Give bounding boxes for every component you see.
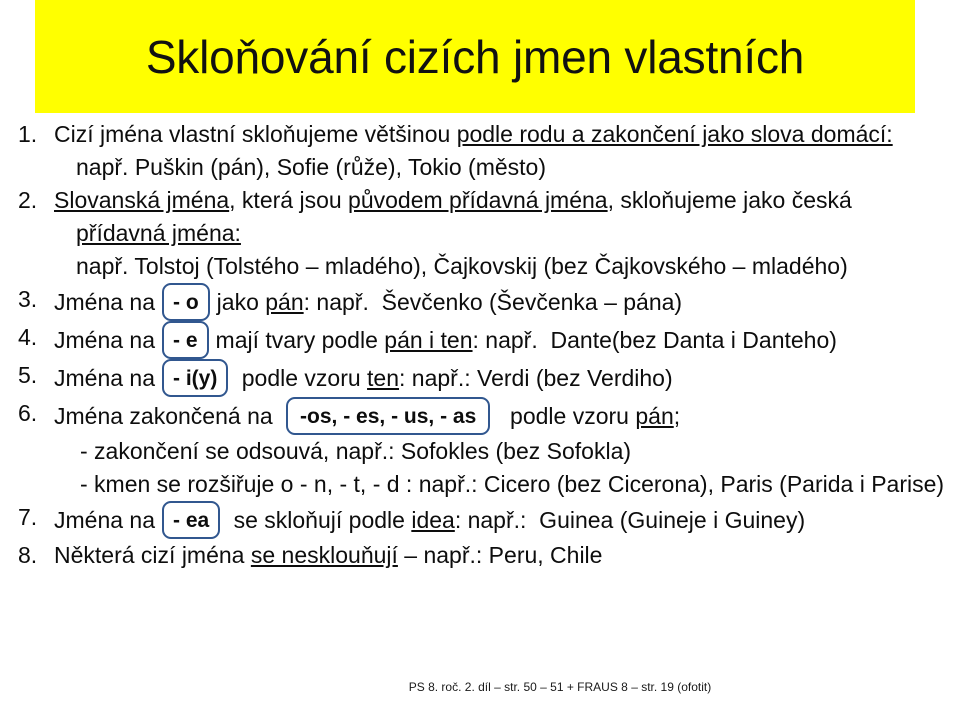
- plain-text: Některá cizí jména: [54, 542, 251, 568]
- emphasized-text: přídavná jména:: [76, 220, 241, 246]
- rule-number: 7.: [18, 504, 38, 530]
- plain-text: Jména na: [54, 327, 156, 353]
- rule-item: 2. Slovanská jména, která jsou původem př…: [0, 184, 960, 283]
- plain-text: : např.: Guinea (Guineje i Guiney): [454, 507, 806, 533]
- emphasized-text: se nesklouňují: [250, 542, 398, 568]
- ending-token-box: -os, - es, - us, - as: [286, 397, 491, 435]
- title-banner: Skloňování cizích jmen vlastních: [35, 0, 915, 113]
- rule-number: 5.: [18, 362, 38, 388]
- rule-line: Některá cizí jména se nesklouňují – např…: [54, 539, 952, 572]
- rule-line: Cizí jména vlastní skloňujeme většinou p…: [54, 118, 952, 151]
- rule-line: - kmen se rozšiřuje o - n, - t, - d : na…: [54, 468, 952, 501]
- plain-text: : např. Ševčenko (Ševčenka – pána): [303, 289, 683, 315]
- rule-body: Jména na - ea se skloňují podle idea: nap…: [54, 501, 952, 539]
- ending-token-box: - ea: [162, 501, 221, 539]
- slide-footer: PS 8. roč. 2. díl – str. 50 – 51 + FRAUS…: [0, 678, 960, 696]
- emphasized-text: původem přídavná jména: [348, 187, 608, 213]
- plain-text: podle vzoru: [497, 403, 636, 429]
- rule-line: Jména na - o jako pán: např. Ševčenko (Šev…: [54, 283, 952, 321]
- rule-number: 8.: [18, 542, 38, 568]
- ending-token-box: - o: [162, 283, 210, 321]
- rule-item: 6. Jména zakončená na -os, - es, - us, - …: [0, 397, 960, 501]
- emphasized-text: pán: [265, 289, 304, 315]
- plain-text: jako: [216, 289, 266, 315]
- rule-item: 7. Jména na - ea se skloňují podle idea: n…: [0, 501, 960, 539]
- rule-body: Cizí jména vlastní skloňujeme většinou p…: [54, 118, 952, 184]
- plain-text: Jména na: [54, 365, 156, 391]
- plain-text: , skloňujeme jako česká: [607, 187, 852, 213]
- rule-number: 2.: [18, 187, 38, 213]
- rule-body: Jména na - i(y) podle vzoru ten: např.: V…: [54, 359, 952, 397]
- plain-text: ;: [673, 403, 681, 429]
- emphasized-text: Slovanská jména: [54, 187, 230, 213]
- rule-number: 1.: [18, 121, 38, 147]
- plain-text: – např.: Peru, Chile: [397, 542, 603, 568]
- rule-number: 3.: [18, 286, 38, 312]
- rule-line: Jména zakončená na -os, - es, - us, - as…: [54, 397, 952, 435]
- plain-text: podle vzoru: [235, 365, 368, 391]
- rule-item: 1. Cizí jména vlastní skloňujeme většinou…: [0, 118, 960, 184]
- rule-item: 4. Jména na - e mají tvary podle pán i ten:…: [0, 321, 960, 359]
- rule-line: např. Tolstoj (Tolstého – mladého), Čajk…: [54, 250, 952, 283]
- emphasized-text: pán: [635, 403, 674, 429]
- emphasized-text: podle rodu a zakončení jako slova domácí…: [456, 121, 893, 147]
- rule-line: - zakončení se odsouvá, např.: Sofokles …: [54, 435, 952, 468]
- plain-text: Jména na: [54, 289, 156, 315]
- plain-text: - kmen se rozšiřuje o - n, - t, - d : na…: [80, 471, 945, 497]
- rule-number: 6.: [18, 400, 38, 426]
- plain-text: mají tvary podle: [215, 327, 385, 353]
- emphasized-text: pán i ten: [384, 327, 473, 353]
- plain-text: : např.: Verdi (bez Verdiho): [399, 365, 673, 391]
- ending-token-box: - e: [162, 321, 209, 359]
- emphasized-text: ten: [367, 365, 400, 391]
- plain-text: Jména zakončená na: [54, 403, 280, 429]
- rule-body: Některá cizí jména se nesklouňují – např…: [54, 539, 952, 572]
- rule-body: Jména zakončená na -os, - es, - us, - as…: [54, 397, 952, 501]
- rule-item: 8. Některá cizí jména se nesklouňují – na…: [0, 539, 960, 572]
- plain-text: např. Puškin (pán), Sofie (růže), Tokio …: [76, 154, 546, 180]
- plain-text: Cizí jména vlastní skloňujeme většinou: [54, 121, 457, 147]
- page-title: Skloňování cizích jmen vlastních: [145, 30, 805, 83]
- emphasized-text: idea: [411, 507, 455, 533]
- plain-text: např. Tolstoj (Tolstého – mladého), Čajk…: [76, 253, 848, 279]
- rule-line: Jména na - i(y) podle vzoru ten: např.: V…: [54, 359, 952, 397]
- plain-text: : např. Dante(bez Danta i Danteho): [472, 327, 837, 353]
- rule-item: 3. Jména na - o jako pán: např. Ševčenko (Š…: [0, 283, 960, 321]
- rule-item: 5. Jména na - i(y) podle vzoru ten: např.:…: [0, 359, 960, 397]
- footer-source-reference: PS 8. roč. 2. díl – str. 50 – 51 + FRAUS…: [408, 680, 712, 694]
- numbered-rules-list: 1. Cizí jména vlastní skloňujeme většinou…: [0, 118, 960, 572]
- ending-token-box: - i(y): [162, 359, 229, 397]
- rule-body: Jména na - e mají tvary podle pán i ten: n…: [54, 321, 952, 359]
- rule-line: např. Puškin (pán), Sofie (růže), Tokio …: [54, 151, 952, 184]
- plain-text: , která jsou: [229, 187, 349, 213]
- plain-text: - zakončení se odsouvá, např.: Sofokles …: [80, 438, 632, 464]
- rule-number: 4.: [18, 324, 38, 350]
- rule-line: Jména na - ea se skloňují podle idea: nap…: [54, 501, 952, 539]
- plain-text: Jména na: [54, 507, 156, 533]
- rule-line: přídavná jména:: [54, 217, 952, 250]
- plain-text: se skloňují podle: [227, 507, 412, 533]
- rule-body: Jména na - o jako pán: např. Ševčenko (Šev…: [54, 283, 952, 321]
- rule-line: Jména na - e mají tvary podle pán i ten: n…: [54, 321, 952, 359]
- rule-line: Slovanská jména, která jsou původem příd…: [54, 184, 952, 217]
- rule-body: Slovanská jména, která jsou původem příd…: [54, 184, 952, 283]
